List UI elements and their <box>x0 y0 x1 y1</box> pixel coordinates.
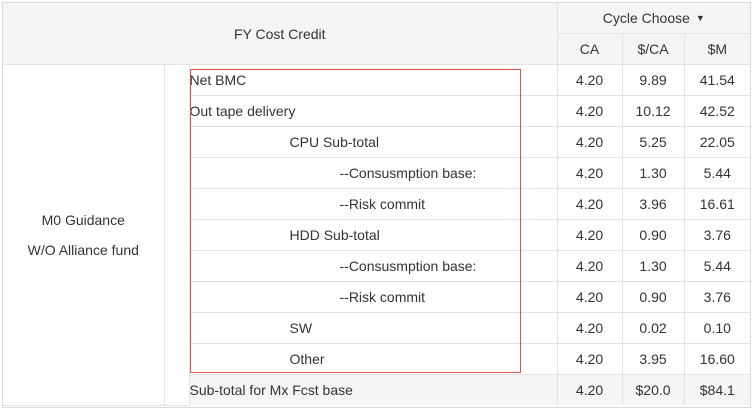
row-per-ca: 3.96 <box>621 188 685 220</box>
row-ca: 4.20 <box>556 188 623 220</box>
row-per-ca: 10.12 <box>621 95 685 127</box>
row-label: Other <box>189 343 558 375</box>
row-m: 3.76 <box>683 281 751 313</box>
cycle-choose-dropdown[interactable]: Cycle Choose ▼ <box>556 3 751 34</box>
row-m: 0.10 <box>683 312 751 344</box>
row-per-ca: 5.25 <box>621 126 685 158</box>
row-label: --Consusmption base: <box>189 157 558 189</box>
row-m: 22.05 <box>683 126 751 158</box>
row-ca: 4.20 <box>556 343 623 375</box>
column-header-per-ca[interactable]: $/CA <box>621 33 685 65</box>
cost-credit-table: FY Cost Credit Cycle Choose ▼ CA $/CA $M… <box>3 3 751 406</box>
group-label-line2: W/O Alliance fund <box>27 241 139 258</box>
row-per-ca: 9.89 <box>621 64 685 96</box>
table-row: M0 Guidance W/O Alliance fund Net BMC 4.… <box>3 64 751 406</box>
row-m: 16.61 <box>683 188 751 220</box>
row-per-ca: 0.90 <box>621 281 685 313</box>
row-label: SW <box>189 312 558 344</box>
row-ca: 4.20 <box>556 281 623 313</box>
row-label: Net BMC <box>188 64 558 96</box>
caret-down-icon: ▼ <box>695 13 705 23</box>
row-ca: 4.20 <box>556 250 623 282</box>
row-label: --Risk commit <box>189 281 558 313</box>
cycle-choose-label: Cycle Choose <box>602 10 690 26</box>
row-per-ca: 0.90 <box>621 219 685 251</box>
subtotal-label: Sub-total for Mx Fcst base <box>189 374 558 405</box>
row-m: 16.60 <box>683 343 751 375</box>
spacer-cell <box>163 64 190 406</box>
row-ca: 4.20 <box>556 157 623 189</box>
column-header-ca[interactable]: CA <box>557 33 623 65</box>
row-label: CPU Sub-total <box>189 126 558 158</box>
row-label: HDD Sub-total <box>189 219 558 251</box>
row-per-ca: 1.30 <box>621 250 685 282</box>
subtotal-per-ca: $20.0 <box>621 374 685 405</box>
row-m: 41.54 <box>683 64 751 96</box>
subtotal-m: $84.1 <box>683 374 751 405</box>
row-per-ca: 0.02 <box>621 312 685 344</box>
row-per-ca: 3.95 <box>621 343 685 375</box>
row-label: --Consusmption base: <box>189 250 558 282</box>
column-header-m[interactable]: $M <box>683 33 751 65</box>
row-ca: 4.20 <box>556 312 623 344</box>
row-ca: 4.20 <box>556 219 623 251</box>
row-m: 5.44 <box>683 157 751 189</box>
row-m: 42.52 <box>683 95 751 127</box>
row-ca: 4.20 <box>556 64 623 96</box>
row-ca: 4.20 <box>556 126 623 158</box>
cost-credit-table-container: FY Cost Credit Cycle Choose ▼ CA $/CA $M… <box>2 2 751 408</box>
group-label-cell: M0 Guidance W/O Alliance fund <box>3 64 165 406</box>
row-label: --Risk commit <box>189 188 558 220</box>
row-ca: 4.20 <box>556 95 623 127</box>
table-title: FY Cost Credit <box>3 3 558 65</box>
subtotal-ca: 4.20 <box>556 374 623 405</box>
row-per-ca: 1.30 <box>621 157 685 189</box>
row-m: 5.44 <box>683 250 751 282</box>
group-label-line1: M0 Guidance <box>41 211 125 228</box>
row-label: Out tape delivery <box>189 95 558 127</box>
row-m: 3.76 <box>683 219 751 251</box>
